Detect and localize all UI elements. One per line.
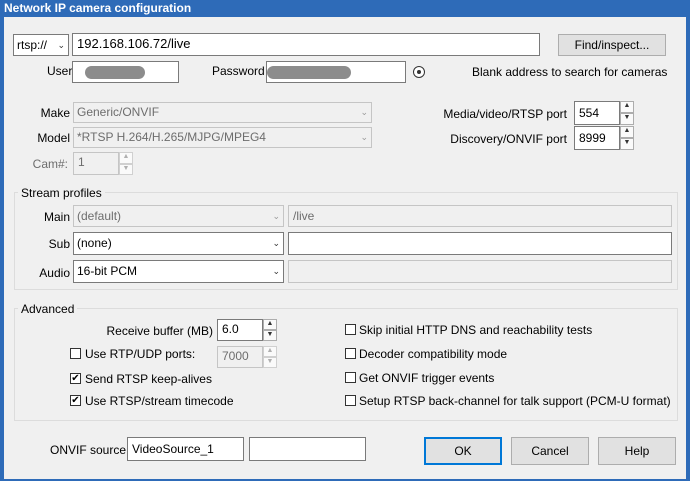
eye-icon[interactable] xyxy=(413,66,425,78)
onvif-source-extra-input[interactable] xyxy=(249,437,366,461)
onvif-source-label: ONVIF source: xyxy=(50,443,130,457)
backchannel-label: Setup RTSP back-channel for talk support… xyxy=(359,394,671,408)
audio-label: Audio xyxy=(39,266,70,280)
main-profile-value: (default) xyxy=(77,209,122,223)
rtsp-port-label: Media/video/RTSP port xyxy=(443,107,567,121)
chevron-down-icon: ⌄ xyxy=(272,266,280,276)
skip-http-label: Skip initial HTTP DNS and reachability t… xyxy=(359,323,593,337)
audio-select[interactable]: 16-bit PCM ⌄ xyxy=(73,260,284,283)
make-select[interactable]: Generic/ONVIF ⌄ xyxy=(73,102,372,123)
make-value: Generic/ONVIF xyxy=(77,105,160,119)
masked-user xyxy=(85,66,145,79)
backchannel-checkbox[interactable] xyxy=(345,395,356,406)
decoder-compat-label: Decoder compatibility mode xyxy=(359,347,508,361)
model-value: *RTSP H.264/H.265/MJPG/MPEG4 xyxy=(77,130,266,144)
model-select[interactable]: *RTSP H.264/H.265/MJPG/MPEG4 ⌄ xyxy=(73,127,372,148)
masked-password xyxy=(267,66,351,79)
audio-value: 16-bit PCM xyxy=(77,264,138,278)
onvif-port-input[interactable]: 8999 xyxy=(574,126,620,150)
address-input[interactable]: 192.168.106.72/live xyxy=(72,33,540,56)
find-inspect-button[interactable]: Find/inspect... xyxy=(558,34,666,56)
model-label: Model xyxy=(37,131,70,145)
onvif-events-checkbox[interactable] xyxy=(345,372,356,383)
onvif-port-label: Discovery/ONVIF port xyxy=(450,132,567,146)
sub-profile-value: (none) xyxy=(77,236,112,250)
sub-profile-select[interactable]: (none) ⌄ xyxy=(73,232,284,255)
spin-up-icon[interactable]: ▲ xyxy=(263,346,277,357)
make-label: Make xyxy=(40,106,70,120)
chevron-down-icon: ⌄ xyxy=(360,132,368,142)
search-hint: Blank address to search for cameras xyxy=(472,65,668,79)
rtsp-port-input[interactable]: 554 xyxy=(574,101,620,125)
cancel-button[interactable]: Cancel xyxy=(511,437,589,465)
user-label: User xyxy=(47,64,73,78)
spin-down-icon[interactable]: ▼ xyxy=(119,164,133,175)
spin-down-icon[interactable]: ▼ xyxy=(263,330,277,341)
main-path-input[interactable]: /live xyxy=(288,205,672,227)
keepalive-checkbox[interactable]: ✔ xyxy=(70,373,81,384)
onvif-events-label: Get ONVIF trigger events xyxy=(359,371,495,385)
timecode-checkbox[interactable]: ✔ xyxy=(70,395,81,406)
password-label: Password xyxy=(212,64,265,78)
scheme-value: rtsp:// xyxy=(17,38,48,52)
spin-down-icon[interactable]: ▼ xyxy=(620,138,634,150)
sub-label: Sub xyxy=(48,237,70,251)
chevron-down-icon: ⌄ xyxy=(272,211,280,221)
spin-up-icon[interactable]: ▲ xyxy=(620,126,634,138)
ok-button[interactable]: OK xyxy=(424,437,502,465)
spin-up-icon[interactable]: ▲ xyxy=(263,319,277,330)
check-icon: ✔ xyxy=(71,395,80,406)
audio-extra-input[interactable] xyxy=(288,260,672,283)
advanced-title: Advanced xyxy=(18,302,78,316)
rtp-udp-port-input[interactable]: 7000 xyxy=(217,346,263,368)
receive-buffer-label: Receive buffer (MB) xyxy=(106,324,213,338)
user-input[interactable] xyxy=(72,61,179,83)
chevron-down-icon: ⌄ xyxy=(57,40,65,50)
chevron-down-icon: ⌄ xyxy=(272,238,280,248)
spin-down-icon[interactable]: ▼ xyxy=(263,357,277,368)
timecode-label: Use RTSP/stream timecode xyxy=(85,394,234,408)
onvif-source-input[interactable]: VideoSource_1 xyxy=(127,437,244,461)
decoder-compat-checkbox[interactable] xyxy=(345,348,356,359)
keepalive-label: Send RTSP keep-alives xyxy=(85,372,212,386)
window-title: Network IP camera configuration xyxy=(0,0,690,17)
cam-input[interactable]: 1 xyxy=(73,152,119,175)
spin-down-icon[interactable]: ▼ xyxy=(620,113,634,125)
skip-http-checkbox[interactable] xyxy=(345,324,356,335)
rtp-udp-checkbox[interactable] xyxy=(70,348,81,359)
spin-up-icon[interactable]: ▲ xyxy=(119,152,133,164)
spin-up-icon[interactable]: ▲ xyxy=(620,101,634,113)
main-profile-select[interactable]: (default) ⌄ xyxy=(73,205,284,227)
sub-path-input[interactable] xyxy=(288,232,672,255)
main-label: Main xyxy=(43,210,70,224)
chevron-down-icon: ⌄ xyxy=(360,107,368,117)
rtp-udp-label: Use RTP/UDP ports: xyxy=(85,347,196,361)
password-input[interactable] xyxy=(266,61,406,83)
help-button[interactable]: Help xyxy=(598,437,676,465)
check-icon: ✔ xyxy=(71,373,80,384)
scheme-select[interactable]: rtsp:// ⌄ xyxy=(13,34,69,56)
stream-profiles-title: Stream profiles xyxy=(18,186,105,200)
cam-label: Cam#: xyxy=(32,157,68,171)
receive-buffer-input[interactable]: 6.0 xyxy=(217,319,263,341)
